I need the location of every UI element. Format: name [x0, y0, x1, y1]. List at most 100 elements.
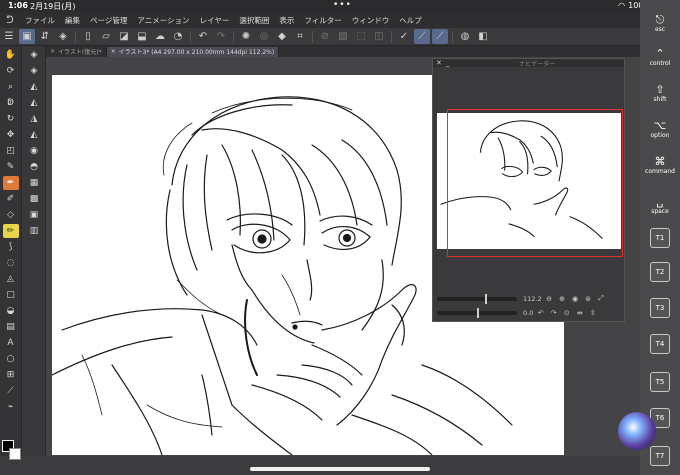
custom-key-t1[interactable]: T1	[650, 228, 670, 248]
redo-icon[interactable]: ↷	[213, 29, 229, 44]
custom-key-t7[interactable]: T7	[650, 446, 670, 466]
pencil-icon[interactable]: ✐	[3, 192, 19, 206]
brush-set-icon[interactable]: ◭	[26, 96, 42, 110]
zoom-icon[interactable]: ⌕	[3, 80, 19, 94]
rotate-right-icon[interactable]: ↷	[548, 307, 559, 318]
marker-icon[interactable]: ✏	[2, 224, 19, 238]
rotate-left-icon[interactable]: ↶	[535, 307, 546, 318]
rotate-icon[interactable]: ↻	[3, 112, 19, 126]
actual-size-icon[interactable]: ◉	[570, 293, 581, 304]
brush-set-icon[interactable]: ◭	[26, 128, 42, 142]
transform-icon[interactable]: ⊘	[317, 29, 333, 44]
tab-document-2[interactable]: × イラスト3* (A4 297.00 x 210.00mm 144dpi 11…	[106, 46, 280, 57]
material-icon[interactable]: ◍	[457, 29, 473, 44]
eyedropper-icon[interactable]: ✎	[3, 160, 19, 174]
color-swatch[interactable]	[2, 440, 22, 462]
menu-window[interactable]: ウィンドウ	[347, 15, 395, 26]
correct-line-icon[interactable]: ⌁	[3, 400, 19, 414]
zoom-slider[interactable]	[437, 293, 517, 304]
move-icon[interactable]: ✥	[3, 128, 19, 142]
chevron-updown-icon[interactable]: ⇵	[37, 29, 53, 44]
balloon-icon[interactable]: ○	[3, 352, 19, 366]
undo-icon[interactable]: ↶	[195, 29, 211, 44]
menu-animation[interactable]: アニメーション	[132, 15, 194, 26]
deselect-icon[interactable]: ⬚	[353, 29, 369, 44]
brush-set-icon[interactable]: ◭	[26, 80, 42, 94]
minimize-icon[interactable]: _	[446, 59, 450, 67]
menu-page[interactable]: ページ管理	[85, 15, 132, 26]
layer-property-icon[interactable]: ▦	[26, 176, 42, 190]
text-icon[interactable]: A	[3, 336, 19, 350]
drop-icon[interactable]: ◓	[26, 160, 42, 174]
esc-key[interactable]: ⎋ esc	[643, 14, 677, 34]
history-icon[interactable]: ◔	[170, 29, 186, 44]
share-icon[interactable]: ◧	[475, 29, 491, 44]
option-key[interactable]: ⌥ option	[643, 120, 677, 140]
invert-selection-icon[interactable]: ◫	[371, 29, 387, 44]
custom-key-t4[interactable]: T4	[650, 334, 670, 354]
pen-tool-icon[interactable]: ✒	[2, 176, 19, 190]
navigator-titlebar[interactable]: ✕ _ ナビゲーター	[433, 59, 624, 68]
fit-window-icon[interactable]: ⤢	[596, 293, 607, 304]
crop-icon[interactable]: ⌗	[292, 29, 308, 44]
perspective-snap-icon[interactable]: ⟋	[432, 29, 448, 44]
layer-stack-icon[interactable]: ◈	[26, 48, 42, 62]
loading-icon[interactable]: ✺	[238, 29, 254, 44]
panel-icon[interactable]: ▣	[26, 208, 42, 222]
airbrush-icon[interactable]: ◌	[3, 256, 19, 270]
blend-icon[interactable]: ◬	[3, 272, 19, 286]
figure-icon[interactable]: ▢	[3, 288, 19, 302]
navigator-view-frame[interactable]	[447, 109, 623, 257]
ruler-icon[interactable]: ⟋	[3, 384, 19, 398]
flip-vertical-icon[interactable]: ⇳	[587, 307, 598, 318]
zoom-rotate-icon[interactable]: ⟳	[3, 64, 19, 78]
sub-color[interactable]	[9, 448, 21, 460]
close-icon[interactable]: ✕	[436, 59, 442, 67]
stroke-smoothing-icon[interactable]: ✓	[396, 29, 412, 44]
circle-icon[interactable]: ◉	[26, 144, 42, 158]
layer-icon[interactable]: ◈	[55, 29, 71, 44]
hand-icon[interactable]: ✋	[3, 48, 19, 62]
open-file-icon[interactable]: ▱	[98, 29, 114, 44]
material-icon[interactable]: ▥	[26, 224, 42, 238]
close-icon[interactable]: ×	[111, 48, 116, 55]
control-key[interactable]: ⌃ control	[643, 48, 677, 68]
multitasking-dots[interactable]: •••	[333, 0, 352, 10]
tab-document-1[interactable]: × イラスト(復元)*	[46, 46, 107, 57]
fit-icon[interactable]: ⊚	[583, 293, 594, 304]
close-icon[interactable]: ×	[50, 48, 55, 55]
custom-key-t3[interactable]: T3	[650, 298, 670, 318]
navigator-panel[interactable]: ✕ _ ナビゲーター 112.2 ⊖ ⊕ ◉ ⊚ ⤢ 0.0 ↶ ↷ ⊙ ⇹ ⇳	[432, 58, 625, 322]
custom-key-t5[interactable]: T5	[650, 372, 670, 392]
export-icon[interactable]: ⬓	[134, 29, 150, 44]
save-icon[interactable]: ◪	[116, 29, 132, 44]
menu-selection[interactable]: 選択範囲	[234, 15, 274, 26]
lasso-icon[interactable]: ↁ	[3, 96, 19, 110]
custom-key-t2[interactable]: T2	[650, 262, 670, 282]
fill-bucket-icon[interactable]: ◒	[3, 304, 19, 318]
zoom-in-icon[interactable]: ⊕	[557, 293, 568, 304]
image-icon[interactable]: ▩	[26, 192, 42, 206]
zoom-out-icon[interactable]: ⊖	[544, 293, 555, 304]
reset-rotation-icon[interactable]: ⊙	[561, 307, 572, 318]
ruler-snap-icon[interactable]: ⟋	[414, 29, 430, 44]
cloud-icon[interactable]: ☁	[152, 29, 168, 44]
space-key[interactable]: ␣ space	[643, 196, 677, 216]
select-all-icon[interactable]: ▨	[335, 29, 351, 44]
menu-file[interactable]: ファイル	[20, 15, 60, 26]
clear-icon[interactable]: ◎	[256, 29, 272, 44]
layer-stack-icon[interactable]: ◈	[26, 64, 42, 78]
menu-hamburger-icon[interactable]: ☰	[1, 29, 17, 44]
app-logo-icon[interactable]: ᕤ	[0, 15, 20, 26]
flip-horizontal-icon[interactable]: ⇹	[574, 307, 585, 318]
brush-set-icon[interactable]: ◮	[26, 112, 42, 126]
eraser-icon[interactable]: ◇	[3, 208, 19, 222]
command-key[interactable]: ⌘ command	[643, 156, 677, 176]
gradient-icon[interactable]: ▤	[3, 320, 19, 334]
siri-orb[interactable]	[618, 412, 656, 450]
rotate-slider[interactable]	[437, 307, 517, 318]
shift-key[interactable]: ⇧ shift	[643, 84, 677, 104]
selection-icon[interactable]: ◰	[3, 144, 19, 158]
menu-help[interactable]: ヘルプ	[394, 15, 427, 26]
menu-view[interactable]: 表示	[274, 15, 299, 26]
